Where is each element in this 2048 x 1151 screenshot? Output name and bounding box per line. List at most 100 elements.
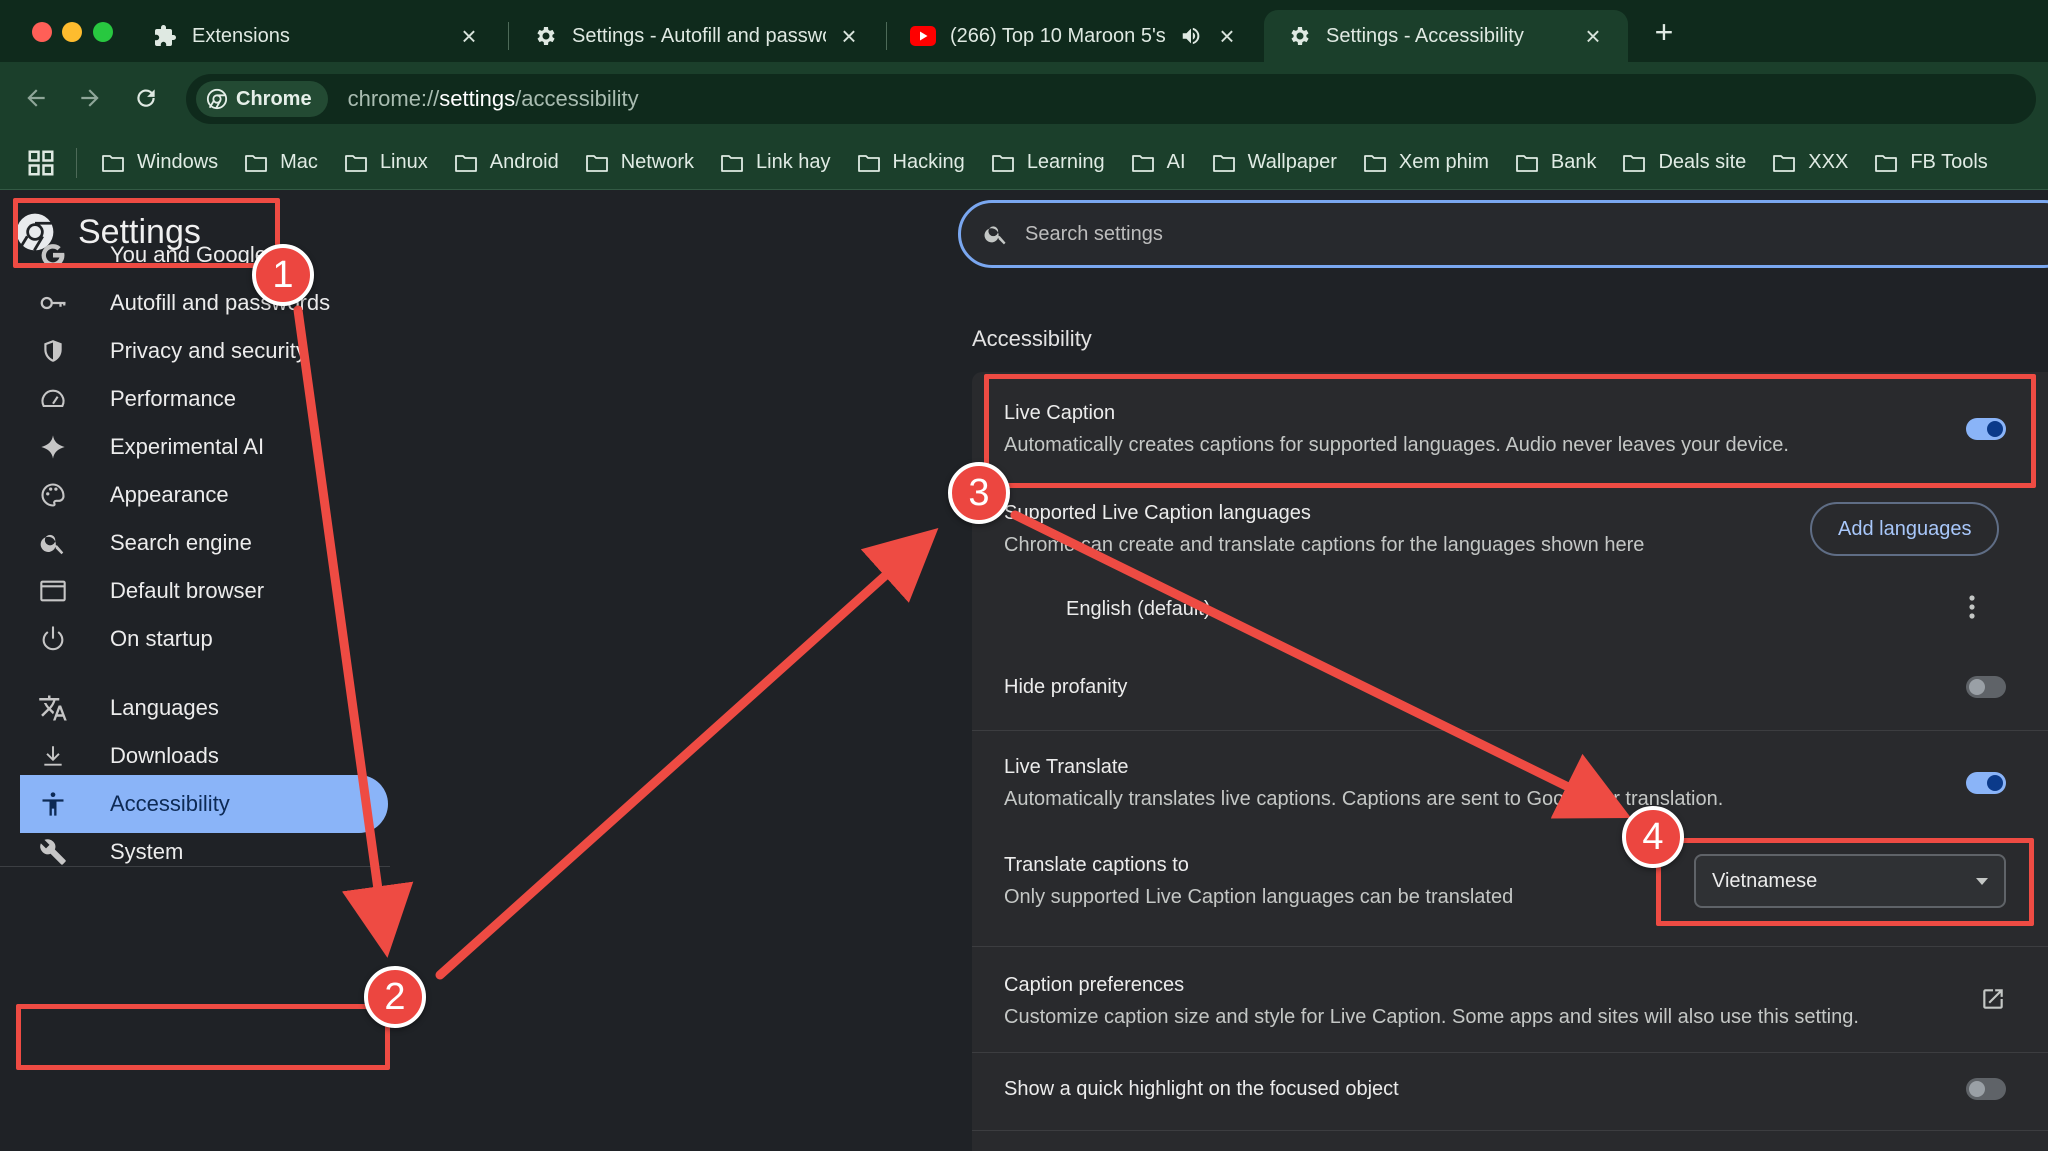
search-icon [984,226,1006,245]
bookmark-folder[interactable]: Bank [1515,151,1597,174]
tab-accessibility-settings[interactable]: Settings - Accessibility × [1264,10,1628,62]
reload-button[interactable] [124,76,168,120]
accessibility-card: Live Caption Automatically creates capti… [972,372,2048,1151]
puzzle-icon [152,23,178,49]
live-translate-row[interactable]: Live Translate Automatically translates … [972,732,2048,824]
hide-profanity-row[interactable]: Hide profanity [972,648,2048,724]
folder-icon [1131,154,1154,172]
sidebar-item-label: Experimental AI [110,434,265,459]
minimize-window-button[interactable] [62,22,82,42]
tab-youtube[interactable]: (266) Top 10 Maroon 5's I × [888,10,1262,62]
sidebar-item-system[interactable]: System [20,823,388,881]
arrow-right-icon [81,89,99,107]
row-description: Chrome can create and translate captions… [1004,534,1645,556]
translate-language-select[interactable]: Vietnamese [1694,854,2006,908]
more-vert-icon[interactable] [1968,594,1976,625]
tab-title: Extensions [192,24,290,47]
apps-grid-icon[interactable] [26,148,56,178]
site-info-chip[interactable]: Chrome [196,81,328,117]
bookmark-label: Linux [379,151,428,173]
bookmark-folder[interactable]: Link hay [720,151,831,174]
bookmark-label: Learning [1026,151,1105,173]
close-tab-icon[interactable]: × [1214,21,1240,52]
url-text: chrome://settings/accessibility [347,86,639,111]
bookmark-folder[interactable]: Wallpaper [1212,151,1337,174]
add-languages-button[interactable]: Add languages [1810,502,2000,556]
search-icon [38,528,68,558]
close-window-button[interactable] [32,22,52,42]
folder-icon [585,154,608,172]
sidebar-item-on-startup[interactable]: On startup [20,610,388,668]
close-tab-icon[interactable]: × [456,21,482,52]
bookmark-label: Hacking [892,151,965,173]
new-tab-button[interactable]: + [1646,14,1682,51]
bookmark-folder[interactable]: AI [1131,151,1186,174]
tab-strip: Extensions × Settings - Autofill and pas… [0,0,2048,62]
focus-highlight-row[interactable]: Show a quick highlight on the focused ob… [972,1054,2048,1130]
folder-icon [1515,154,1538,172]
bookmark-label: Link hay [756,151,831,173]
close-tab-icon[interactable]: × [836,21,862,52]
tab-autofill-settings[interactable]: Settings - Autofill and passwc × [510,10,884,62]
step-badge-3: 3 [948,462,1010,524]
row-title: Live Caption [1004,402,1116,424]
live-caption-row[interactable]: Live Caption Automatically creates capti… [972,372,2048,472]
open-external-icon[interactable] [1980,986,2006,1017]
live-caption-toggle[interactable] [1966,418,2006,440]
address-bar[interactable]: Chrome chrome://settings/accessibility [186,74,2036,124]
folder-icon [245,154,268,172]
sidebar-item-label: Performance [110,386,236,411]
gear-icon [532,23,558,49]
power-icon [38,624,68,654]
row-divider [972,730,2048,731]
sidebar-item-label: Accessibility [110,791,230,816]
bookmark-folder[interactable]: Network [585,151,694,174]
hide-profanity-toggle[interactable] [1966,676,2006,698]
speaker-icon[interactable] [1178,23,1204,49]
row-title: Live Translate [1004,756,1129,778]
wrench-icon [38,837,68,867]
bookmark-folder[interactable]: Deals site [1622,151,1746,174]
sidebar-item-label: Default browser [110,578,265,603]
bookmarks-divider [76,147,77,178]
bookmark-folder[interactable]: Windows [101,151,218,174]
row-description: Customize caption size and style for Liv… [1004,1006,1859,1028]
row-description: Only supported Live Caption languages ca… [1004,886,1514,908]
row-divider [972,946,2048,947]
bookmark-label: XXX [1808,151,1849,173]
bookmark-folder[interactable]: XXX [1772,151,1848,174]
live-translate-toggle[interactable] [1966,772,2006,794]
bookmark-label: Mac [280,151,318,173]
translate-icon [38,693,68,723]
focus-highlight-toggle[interactable] [1966,1078,2006,1100]
folder-icon [721,154,743,172]
youtube-icon [910,23,936,49]
search-input[interactable] [1025,222,1925,246]
chrome-logo-icon [206,88,228,110]
forward-button[interactable] [68,76,112,120]
bookmark-folder[interactable]: Linux [344,151,428,174]
bookmark-folder[interactable]: Mac [244,151,318,174]
arrow-left-icon [27,89,45,107]
arrow-2-to-3 [435,527,939,980]
selected-language: Vietnamese [1712,869,1818,892]
search-box[interactable] [958,200,2048,268]
back-button[interactable] [14,76,58,120]
bookmark-folder[interactable]: Learning [991,151,1105,174]
bookmark-folder[interactable]: Android [454,151,559,174]
bookmark-label: Network [620,151,695,173]
close-tab-icon[interactable]: × [1580,21,1606,52]
bookmark-folder[interactable]: Hacking [857,151,965,174]
folder-icon [1363,154,1386,172]
sidebar-item-label: On startup [110,626,213,651]
bookmark-label: Bank [1550,151,1597,173]
tab-extensions[interactable]: Extensions × [130,10,504,62]
sidebar-item-label: Search engine [110,530,252,555]
bookmark-folder[interactable]: Xem phim [1363,151,1489,174]
caption-preferences-row[interactable]: Caption preferences Customize caption si… [972,948,2048,1050]
accessibility-icon [38,789,68,819]
bookmark-folder[interactable]: FB Tools [1874,151,1988,174]
zoom-window-button[interactable] [93,22,113,42]
google-g-icon [38,240,68,270]
supported-languages-row: Supported Live Caption languages Chrome … [972,472,2048,572]
